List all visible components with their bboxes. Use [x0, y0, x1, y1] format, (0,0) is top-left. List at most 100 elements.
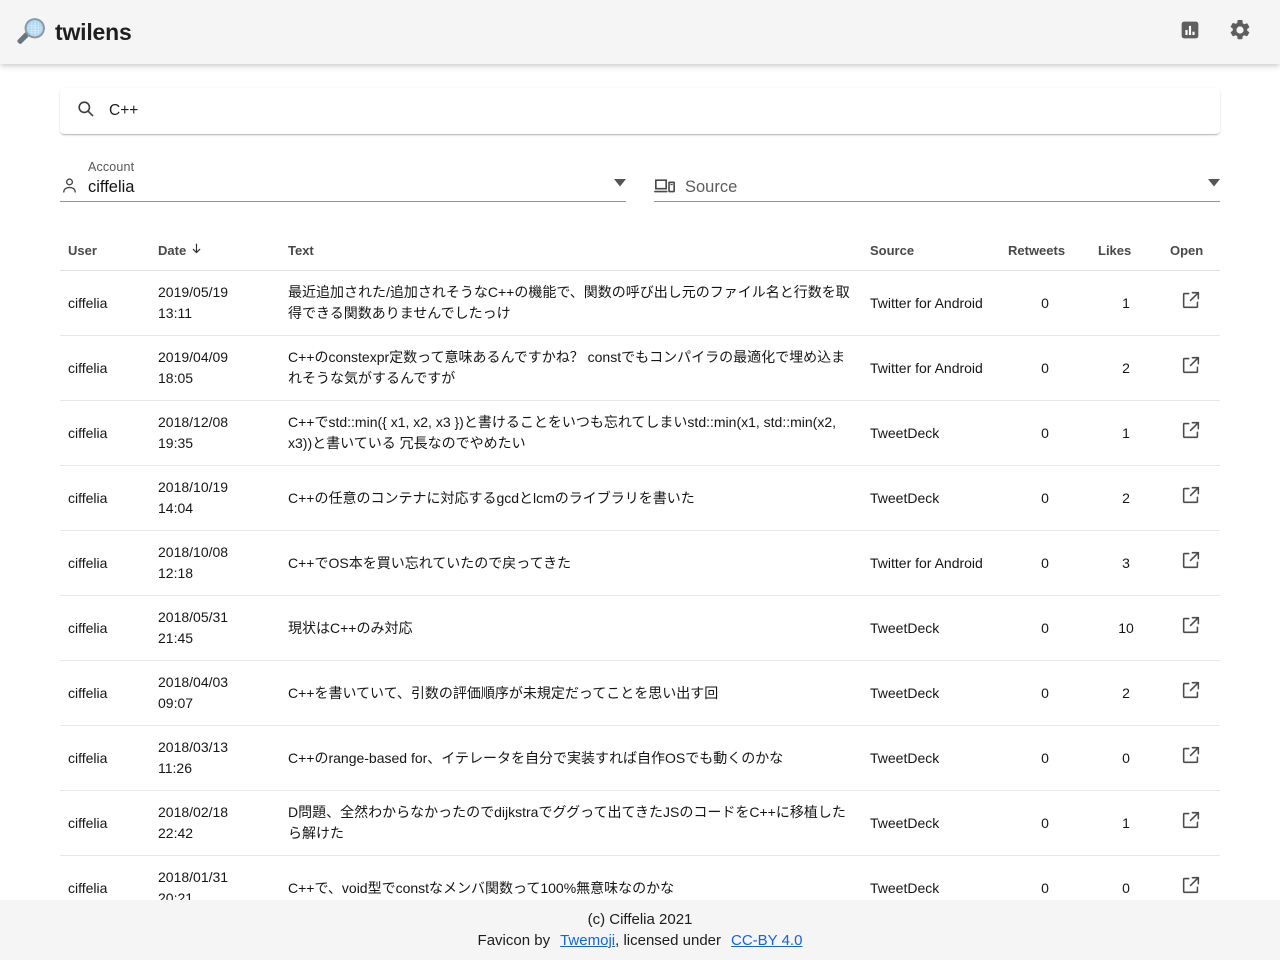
- cell-date: 2018/10/19 14:04: [150, 466, 280, 531]
- column-header-date[interactable]: Date: [150, 232, 280, 271]
- cell-date: 2018/04/03 09:07: [150, 661, 280, 726]
- search-input[interactable]: [109, 88, 1204, 134]
- table-head: User Date: [60, 232, 1220, 271]
- cell-text: C++を書いていて、引数の評価順序が未規定だってことを思い出す回: [280, 661, 862, 726]
- column-header-likes[interactable]: Likes: [1090, 232, 1162, 271]
- open-in-new-icon[interactable]: [1180, 484, 1202, 506]
- cell-text: C++でstd::min({ x1, x2, x3 })と書けることをいつも忘れ…: [280, 401, 862, 466]
- open-in-new-icon[interactable]: [1180, 874, 1202, 896]
- table-body: ciffelia2019/05/19 13:11最近追加された/追加されそうなC…: [60, 271, 1220, 921]
- page-footer: (c) Ciffelia 2021 Favicon by Twemoji , l…: [0, 900, 1280, 960]
- sort-control-date[interactable]: Date: [158, 242, 203, 258]
- search-icon: [76, 99, 95, 123]
- footer-credit: Favicon by Twemoji , licensed under CC-B…: [478, 932, 803, 949]
- column-header-text[interactable]: Text: [280, 232, 862, 271]
- source-filter[interactable]: Source: [654, 158, 1220, 202]
- cell-source: Twitter for Android: [862, 271, 1000, 336]
- table-row[interactable]: ciffelia2018/02/18 22:42D問題、全然わからなかったのでd…: [60, 791, 1220, 856]
- person-icon: [60, 176, 79, 196]
- cell-likes: 2: [1090, 466, 1162, 531]
- column-header-text-label: Text: [288, 243, 314, 258]
- source-filter-placeholder: Source: [685, 179, 737, 197]
- cell-likes: 10: [1090, 596, 1162, 661]
- cell-retweets: 0: [1000, 466, 1090, 531]
- cell-source: Twitter for Android: [862, 531, 1000, 596]
- cell-retweets: 0: [1000, 596, 1090, 661]
- table-row[interactable]: ciffelia2018/12/08 19:35C++でstd::min({ x…: [60, 401, 1220, 466]
- results-table-wrap: User Date: [60, 232, 1220, 960]
- cell-source: TweetDeck: [862, 791, 1000, 856]
- dropdown-arrow-icon[interactable]: [1208, 174, 1220, 196]
- filter-row: Account ciffelia: [60, 158, 1220, 202]
- open-in-new-icon[interactable]: [1180, 809, 1202, 831]
- cell-user: ciffelia: [60, 726, 150, 791]
- cell-open: [1162, 531, 1220, 596]
- cell-date: 2019/04/09 18:05: [150, 336, 280, 401]
- open-in-new-icon[interactable]: [1180, 289, 1202, 311]
- brand[interactable]: twilens: [16, 17, 132, 47]
- cell-open: [1162, 596, 1220, 661]
- settings-button[interactable]: [1226, 18, 1254, 46]
- appbar-actions: [1176, 18, 1264, 46]
- app-root: twilens: [0, 0, 1280, 960]
- open-in-new-icon[interactable]: [1180, 419, 1202, 441]
- cell-user: ciffelia: [60, 791, 150, 856]
- cell-text: C++のconstexpr定数って意味あるんですかね？ constでもコンパイラ…: [280, 336, 862, 401]
- open-in-new-icon[interactable]: [1180, 744, 1202, 766]
- account-filter-value: ciffelia: [88, 179, 134, 197]
- table-row[interactable]: ciffelia2018/10/19 14:04C++の任意のコンテナに対応する…: [60, 466, 1220, 531]
- cell-likes: 1: [1090, 791, 1162, 856]
- cell-user: ciffelia: [60, 271, 150, 336]
- license-link[interactable]: CC-BY 4.0: [731, 932, 802, 949]
- cell-open: [1162, 401, 1220, 466]
- cell-source: TweetDeck: [862, 726, 1000, 791]
- dropdown-arrow-icon[interactable]: [614, 174, 626, 196]
- table-row[interactable]: ciffelia2018/04/03 09:07C++を書いていて、引数の評価順…: [60, 661, 1220, 726]
- open-in-new-icon[interactable]: [1180, 549, 1202, 571]
- account-filter[interactable]: Account ciffelia: [60, 158, 626, 202]
- open-in-new-icon[interactable]: [1180, 614, 1202, 636]
- devices-icon: [654, 176, 676, 196]
- table-row[interactable]: ciffelia2019/04/09 18:05C++のconstexpr定数っ…: [60, 336, 1220, 401]
- column-header-source[interactable]: Source: [862, 232, 1000, 271]
- cell-text: C++のrange-based for、イテレータを自分で実装すれば自作OSでも…: [280, 726, 862, 791]
- app-header: twilens: [0, 0, 1280, 64]
- cell-source: TweetDeck: [862, 661, 1000, 726]
- cell-retweets: 0: [1000, 401, 1090, 466]
- table-row[interactable]: ciffelia2018/03/13 11:26C++のrange-based …: [60, 726, 1220, 791]
- cell-text: D問題、全然わからなかったのでdijkstraでググって出てきたJSのコードをC…: [280, 791, 862, 856]
- cell-retweets: 0: [1000, 531, 1090, 596]
- gear-icon: [1228, 18, 1252, 47]
- cell-text: C++の任意のコンテナに対応するgcdとlcmのライブラリを書いた: [280, 466, 862, 531]
- cell-date: 2018/12/08 19:35: [150, 401, 280, 466]
- open-in-new-icon[interactable]: [1180, 679, 1202, 701]
- column-header-retweets[interactable]: Retweets: [1000, 232, 1090, 271]
- cell-text: C++でOS本を買い忘れていたので戻ってきた: [280, 531, 862, 596]
- stats-button[interactable]: [1176, 18, 1204, 46]
- footer-copyright: (c) Ciffelia 2021: [588, 911, 693, 928]
- arrow-down-icon: [190, 242, 203, 258]
- table-row[interactable]: ciffelia2018/10/08 12:18C++でOS本を買い忘れていたの…: [60, 531, 1220, 596]
- account-filter-label: Account: [88, 160, 134, 174]
- cell-date: 2018/02/18 22:42: [150, 791, 280, 856]
- open-in-new-icon[interactable]: [1180, 354, 1202, 376]
- search-bar[interactable]: [60, 88, 1220, 134]
- table-row[interactable]: ciffelia2018/05/31 21:45現状はC++のみ対応TweetD…: [60, 596, 1220, 661]
- cell-retweets: 0: [1000, 791, 1090, 856]
- app-title: twilens: [55, 19, 132, 46]
- cell-source: Twitter for Android: [862, 336, 1000, 401]
- column-header-open-label: Open: [1170, 243, 1203, 258]
- magnifier-emoji-icon: [16, 17, 46, 47]
- cell-likes: 2: [1090, 336, 1162, 401]
- cell-user: ciffelia: [60, 531, 150, 596]
- results-table: User Date: [60, 232, 1220, 921]
- twemoji-link[interactable]: Twemoji: [560, 932, 615, 949]
- column-header-user[interactable]: User: [60, 232, 150, 271]
- footer-credit-middle: , licensed under: [615, 932, 721, 949]
- cell-likes: 3: [1090, 531, 1162, 596]
- cell-source: TweetDeck: [862, 596, 1000, 661]
- cell-date: 2019/05/19 13:11: [150, 271, 280, 336]
- table-row[interactable]: ciffelia2019/05/19 13:11最近追加された/追加されそうなC…: [60, 271, 1220, 336]
- cell-retweets: 0: [1000, 336, 1090, 401]
- cell-user: ciffelia: [60, 661, 150, 726]
